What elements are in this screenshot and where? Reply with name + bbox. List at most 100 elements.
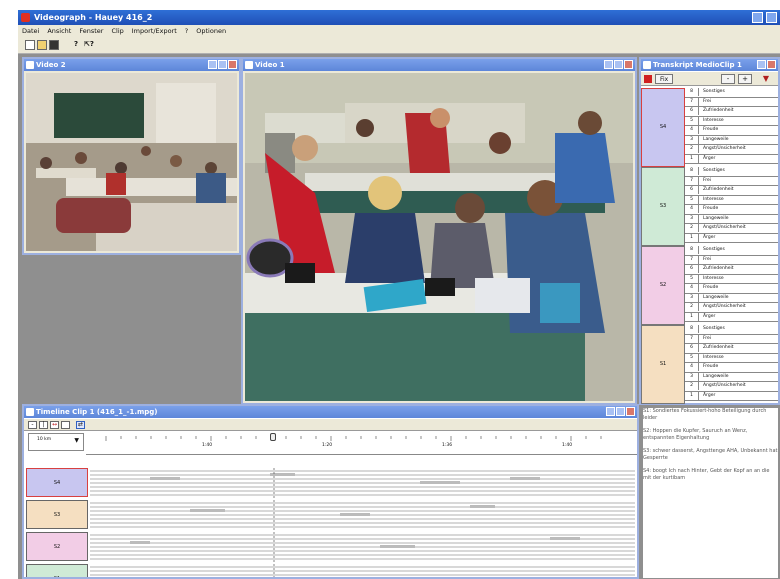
code-item[interactable]: 8 Sonstiges — [685, 167, 778, 177]
code-item[interactable]: 6 Zufriedenheit — [685, 107, 778, 117]
code-item[interactable]: 7 Frei — [685, 334, 778, 344]
video2-frame[interactable] — [26, 73, 237, 251]
code-item[interactable]: 5 Interesse — [685, 195, 778, 205]
lane-label[interactable]: S1 — [26, 564, 88, 577]
transcript-notes: S1: Sondiertes Fokussiert-hoho Beteiligu… — [643, 408, 778, 578]
group-label[interactable]: S2 — [641, 246, 685, 325]
transcript-note[interactable]: S2: Hoppen die Kupfer, Sauruch an Wenz, … — [643, 428, 778, 442]
ruler-ticks — [105, 436, 602, 441]
code-item[interactable]: 4 Freude — [685, 205, 778, 215]
code-item[interactable]: 7 Frei — [685, 176, 778, 186]
code-item[interactable]: 6 Zufriedenheit — [685, 344, 778, 354]
group-label[interactable]: S4 — [641, 88, 685, 167]
transcript-note[interactable]: S3: schwer dasserst, Angsttenge AHA, Unb… — [643, 448, 778, 462]
minimize-icon[interactable] — [208, 60, 217, 69]
code-item[interactable]: 8 Sonstiges — [685, 88, 778, 98]
zoom-select[interactable]: 10 km ▼ — [28, 433, 84, 451]
video2-window: Video 2 — [22, 57, 241, 255]
group-label[interactable]: S3 — [641, 167, 685, 246]
maximize-icon[interactable] — [614, 60, 623, 69]
transcript-note[interactable]: S4: boogt Ich nach Hinter, Gebt der Kopf… — [643, 468, 778, 482]
zoom-in-button[interactable]: + — [738, 74, 752, 84]
video1-title-bar[interactable]: Video 1 — [243, 59, 635, 71]
step-back-icon[interactable]: - — [28, 421, 37, 429]
app-title: Videograph - Hauey 416_2 — [34, 13, 153, 22]
fit-icon[interactable] — [61, 421, 70, 429]
code-item[interactable]: 1 Ärger — [685, 233, 778, 243]
minimize-icon[interactable] — [604, 60, 613, 69]
maximize-icon[interactable] — [766, 12, 777, 23]
marker-icon[interactable]: | — [39, 421, 48, 429]
code-item[interactable]: 6 Zufriedenheit — [685, 186, 778, 196]
code-item[interactable]: 2 Angst/Unsicherheit — [685, 382, 778, 392]
code-item[interactable]: 1 Ärger — [685, 391, 778, 401]
code-item[interactable]: 8 Sonstiges — [685, 325, 778, 335]
code-item[interactable]: 4 Freude — [685, 363, 778, 373]
open-folder-icon[interactable] — [37, 40, 47, 50]
close-icon[interactable] — [767, 60, 776, 69]
code-item[interactable]: 8 Sonstiges — [685, 246, 778, 256]
window-icon — [245, 61, 253, 69]
lane-label[interactable]: S2 — [26, 532, 88, 561]
close-icon[interactable] — [624, 60, 633, 69]
minimize-icon[interactable] — [606, 407, 615, 416]
timeline-lanes: S4 S3 S2 S1 — [26, 468, 637, 577]
code-item[interactable]: 4 Freude — [685, 126, 778, 136]
file-button[interactable]: Fix — [655, 74, 674, 84]
lane-label[interactable]: S3 — [26, 500, 88, 529]
close-icon[interactable] — [228, 60, 237, 69]
playhead-handle[interactable] — [270, 433, 276, 441]
code-item[interactable]: 1 Ärger — [685, 312, 778, 322]
transcript-toolbar: Fix - + ▼ — [641, 72, 778, 86]
code-item[interactable]: 3 Langeweile — [685, 372, 778, 382]
code-item[interactable]: 3 Langeweile — [685, 293, 778, 303]
code-item[interactable]: 1 Ärger — [685, 154, 778, 164]
code-item[interactable]: 2 Angst/Unsicherheit — [685, 303, 778, 313]
minimize-icon[interactable] — [757, 60, 766, 69]
minimize-icon[interactable] — [752, 12, 763, 23]
code-item[interactable]: 5 Interesse — [685, 274, 778, 284]
help-icon[interactable]: ? — [71, 40, 81, 50]
menu-ansicht[interactable]: Ansicht — [43, 25, 75, 37]
code-item[interactable]: 3 Langeweile — [685, 214, 778, 224]
menu-help[interactable]: ? — [181, 25, 192, 37]
new-file-icon[interactable] — [25, 40, 35, 50]
time-ruler[interactable]: 1:40 1:20 1:36 1:40 — [86, 433, 637, 455]
zoom-out-button[interactable]: - — [721, 74, 735, 84]
video1-window: Video 1 — [241, 57, 637, 405]
code-item[interactable]: 2 Angst/Unsicherheit — [685, 224, 778, 234]
transcript-title-bar[interactable]: Transkript MedioClip 1 — [641, 59, 778, 71]
video2-title-bar[interactable]: Video 2 — [24, 59, 239, 71]
record-icon[interactable] — [644, 75, 652, 83]
save-icon[interactable] — [49, 40, 59, 50]
code-item[interactable]: 4 Freude — [685, 284, 778, 294]
loop-icon[interactable]: ↔ — [50, 421, 59, 429]
close-icon[interactable] — [626, 407, 635, 416]
transcript-note[interactable]: S1: Sondiertes Fokussiert-hoho Beteiligu… — [643, 408, 778, 422]
group-label[interactable]: S1 — [641, 325, 685, 404]
code-item[interactable]: 7 Frei — [685, 255, 778, 265]
menu-fenster[interactable]: Fenster — [75, 25, 107, 37]
menu-optionen[interactable]: Optionen — [192, 25, 230, 37]
video1-frame[interactable] — [245, 73, 633, 401]
menu-import-export[interactable]: Import/Export — [128, 25, 181, 37]
maximize-icon[interactable] — [218, 60, 227, 69]
code-item[interactable]: 2 Angst/Unsicherheit — [685, 145, 778, 155]
split-icon[interactable]: ▼ — [759, 74, 773, 84]
video1-title: Video 1 — [255, 61, 285, 69]
code-item[interactable]: 3 Langeweile — [685, 135, 778, 145]
maximize-icon[interactable] — [616, 407, 625, 416]
code-item[interactable]: 5 Interesse — [685, 116, 778, 126]
tick-label: 1:36 — [442, 443, 453, 448]
code-item[interactable]: 7 Frei — [685, 97, 778, 107]
menu-datei[interactable]: Datei — [18, 25, 43, 37]
sync-icon[interactable]: ⇄ — [76, 421, 85, 429]
code-item[interactable]: 5 Interesse — [685, 353, 778, 363]
lane-tracks[interactable] — [90, 468, 635, 577]
context-help-icon[interactable]: ⇱? — [84, 40, 94, 50]
lane-label[interactable]: S4 — [26, 468, 88, 497]
window-icon — [26, 408, 34, 416]
menu-clip[interactable]: Clip — [107, 25, 127, 37]
code-item[interactable]: 6 Zufriedenheit — [685, 265, 778, 275]
timeline-title-bar[interactable]: Timeline Clip 1 (416_1_-1.mpg) — [24, 406, 637, 418]
